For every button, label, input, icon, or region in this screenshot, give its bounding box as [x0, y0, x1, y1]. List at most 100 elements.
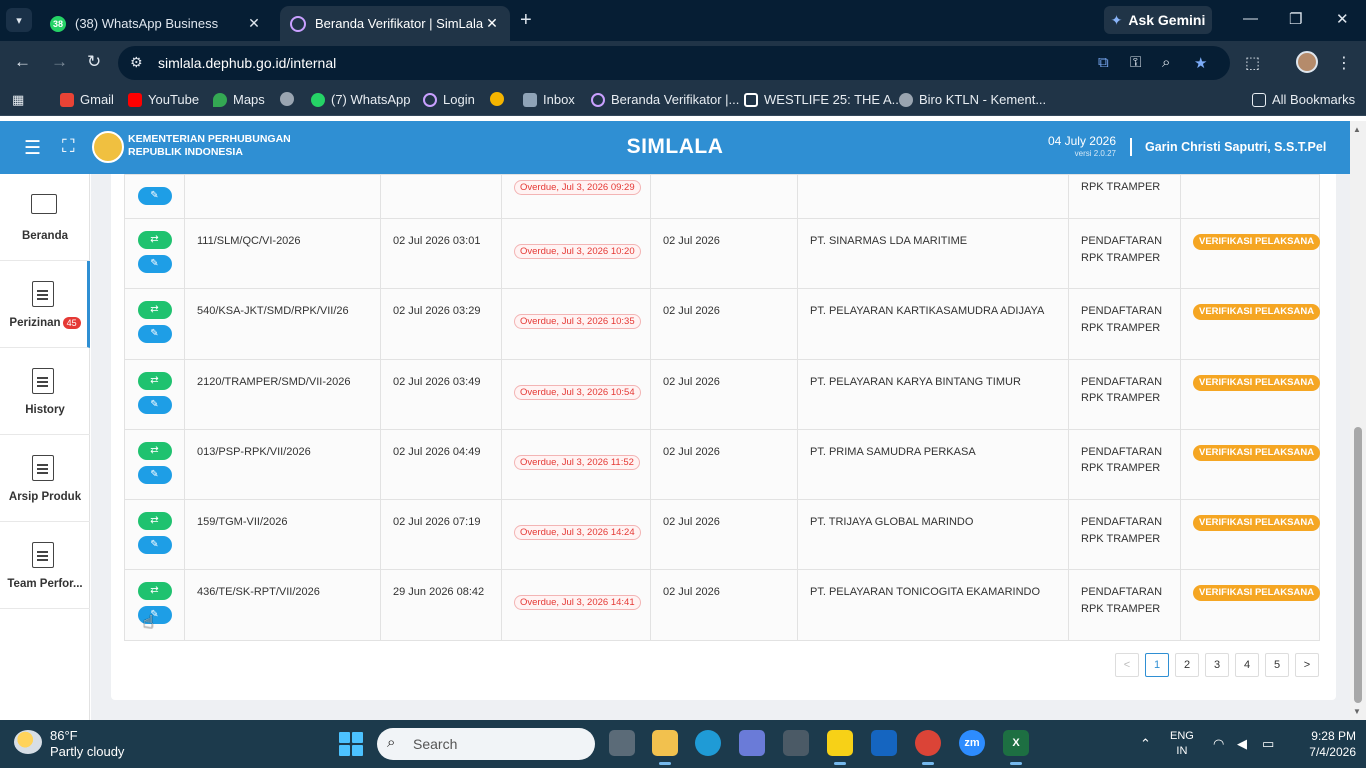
edit-button[interactable]: ✎ [137, 255, 172, 273]
bookmark-globe[interactable] [280, 92, 294, 106]
sidebar-item-team-performance[interactable]: Team Perfor... [0, 522, 90, 609]
company-cell: PT. PELAYARAN KARTIKASAMUDRA ADIJAYA [797, 288, 1069, 360]
scroll-down-icon[interactable]: ▼ [1353, 707, 1361, 716]
chrome-browser-icon[interactable] [915, 730, 941, 765]
pagination-next-button[interactable]: > [1295, 653, 1319, 677]
table-row: ✎ Overdue, Jul 3, 2026 09:29 RPK TRAMPER [124, 174, 1320, 219]
process-button[interactable]: ⇄ [137, 512, 172, 531]
bookmark-login[interactable]: Login [423, 92, 475, 107]
bookmark-youtube[interactable]: YouTube [128, 92, 199, 107]
sidebar-item-beranda[interactable]: Beranda [0, 174, 90, 261]
weather-icon[interactable] [14, 730, 42, 754]
extensions-icon[interactable]: ⬚ [1245, 53, 1260, 73]
language-indicator[interactable]: ENG IN [1170, 729, 1194, 759]
sidebar-item-history[interactable]: History [0, 348, 90, 435]
all-bookmarks[interactable]: All Bookmarks [1252, 92, 1355, 107]
camera-icon[interactable] [783, 730, 809, 756]
site-info-icon[interactable]: ⚙ [130, 54, 143, 71]
process-button[interactable]: ⇄ [137, 371, 172, 390]
terminal-app-icon[interactable] [609, 730, 635, 756]
weather-temperature[interactable]: 86°F [50, 728, 78, 743]
edit-button[interactable]: ✎ [137, 395, 172, 414]
windows-start-icon[interactable] [339, 732, 363, 756]
edit-button[interactable]: ✎ [137, 465, 172, 484]
weather-description[interactable]: Partly cloudy [50, 744, 124, 759]
close-icon[interactable]: ✕ [484, 15, 500, 32]
battery-icon[interactable]: ▭ [1262, 736, 1274, 752]
back-arrow-icon[interactable]: ← [14, 52, 31, 72]
date-cell: 02 Jul 2026 [650, 569, 798, 641]
process-button[interactable]: ⇄ [137, 231, 172, 249]
profile-avatar[interactable] [1296, 51, 1318, 73]
edit-button[interactable]: ✎ [137, 536, 172, 555]
file-explorer-icon[interactable] [652, 730, 678, 765]
scroll-up-icon[interactable]: ▲ [1353, 125, 1361, 134]
taskbar-search[interactable]: ⌕ Search [377, 728, 595, 760]
type-line-2: RPK TRAMPER [1081, 392, 1161, 405]
edit-button[interactable]: ✎ [137, 325, 172, 344]
process-button[interactable]: ⇄ [137, 301, 172, 320]
sidebar-item-perizinan[interactable]: Perizinan 45 [0, 261, 90, 348]
install-app-icon[interactable]: ⧉ [1098, 54, 1109, 71]
bookmark-star-icon[interactable]: ★ [1194, 54, 1207, 72]
pagination-page-4[interactable]: 4 [1235, 653, 1259, 677]
whatsapp-icon: 38 [50, 15, 66, 32]
copilot-icon[interactable] [739, 730, 765, 756]
page-scrollbar[interactable]: ▲ ▼ [1350, 121, 1366, 720]
bookmark-gmail[interactable]: Gmail [60, 92, 114, 107]
submitted-cell: 02 Jul 2026 07:19 [380, 499, 502, 571]
zoom-icon[interactable]: ⌕ [1162, 54, 1170, 71]
window-close-icon[interactable]: ✕ [1336, 10, 1349, 28]
process-button[interactable]: ⇄ [137, 441, 172, 460]
deadline-cell: Overdue, Jul 3, 2026 10:54 [501, 358, 651, 430]
date-text: 02 Jul 2026 [663, 445, 720, 458]
bookmark-whatsapp[interactable]: (7) WhatsApp [311, 92, 410, 107]
user-name[interactable]: Garin Christi Saputri, S.S.T.Pel [1145, 140, 1326, 154]
sidebar-item-arsip-produk[interactable]: Arsip Produk [0, 435, 90, 522]
tab-whatsapp-business[interactable]: 38 (38) WhatsApp Business ✕ [40, 6, 272, 41]
pagination-page-3[interactable]: 3 [1205, 653, 1229, 677]
clock-date[interactable]: 7/4/2026 [1300, 745, 1356, 759]
bookmark-pinwheel[interactable] [490, 92, 504, 106]
wifi-icon[interactable]: ◠ [1213, 736, 1224, 752]
maximize-icon[interactable]: ❐ [1289, 10, 1302, 28]
bookmark-westlife[interactable]: WESTLIFE 25: THE A... [744, 92, 902, 107]
ask-gemini-button[interactable]: ✦ Ask Gemini [1104, 6, 1212, 34]
zoom-app-icon[interactable]: zm [959, 730, 985, 756]
pagination-page-1[interactable]: 1 [1145, 653, 1169, 677]
apps-grid-icon[interactable]: ▦ [12, 92, 24, 108]
pagination-page-2[interactable]: 2 [1175, 653, 1199, 677]
process-button[interactable]: ⇄ [137, 582, 172, 601]
bookmark-beranda-verifikator[interactable]: Beranda Verifikator |... [591, 92, 739, 107]
scroll-thumb[interactable] [1354, 427, 1362, 703]
excel-icon[interactable]: X [1003, 730, 1029, 765]
date-text: 02 Jul 2026 [663, 586, 720, 599]
new-tab-icon[interactable]: + [520, 9, 532, 32]
pagination-prev-button[interactable]: < [1115, 653, 1139, 677]
table-row: ⇄ ✎ 013/PSP-RPK/VII/2026 02 Jul 2026 04:49 O… [124, 428, 1321, 501]
forward-arrow-icon[interactable]: → [51, 52, 68, 72]
bookmark-maps[interactable]: Maps [213, 92, 265, 107]
bookmark-inbox[interactable]: Inbox [523, 92, 575, 107]
bookmark-biro-ktln[interactable]: Biro KTLN - Kement... [899, 92, 1046, 107]
volume-icon[interactable]: ◀ [1237, 736, 1247, 752]
clock-time[interactable]: 9:28 PM [1300, 729, 1356, 743]
address-bar[interactable]: ⚙ simlala.dephub.go.id/internal ⧉ ⚿ ⌕ ★ [118, 46, 1230, 80]
reload-icon[interactable]: ↻ [87, 52, 101, 72]
remote-desktop-icon[interactable] [871, 730, 897, 756]
tab-title: Beranda Verifikator | SimLala [315, 16, 484, 31]
tab-beranda-verifikator[interactable]: Beranda Verifikator | SimLala ✕ [280, 6, 510, 41]
edit-button[interactable]: ✎ [137, 187, 172, 205]
close-icon[interactable]: ✕ [246, 15, 262, 32]
sticky-notes-icon[interactable] [827, 730, 853, 765]
edge-browser-icon[interactable] [695, 730, 721, 756]
more-menu-icon[interactable]: ⋮ [1336, 53, 1352, 73]
deadline-cell: Overdue, Jul 3, 2026 09:29 [501, 174, 651, 219]
url-text[interactable]: simlala.dephub.go.id/internal [158, 55, 336, 71]
pagination-page-5[interactable]: 5 [1265, 653, 1289, 677]
password-key-icon[interactable]: ⚿ [1130, 54, 1141, 71]
header-divider [1130, 138, 1132, 156]
tab-search-button[interactable]: ▾ [6, 8, 32, 32]
chevron-up-icon[interactable]: ⌃ [1140, 736, 1151, 752]
minimize-icon[interactable]: — [1243, 10, 1258, 27]
